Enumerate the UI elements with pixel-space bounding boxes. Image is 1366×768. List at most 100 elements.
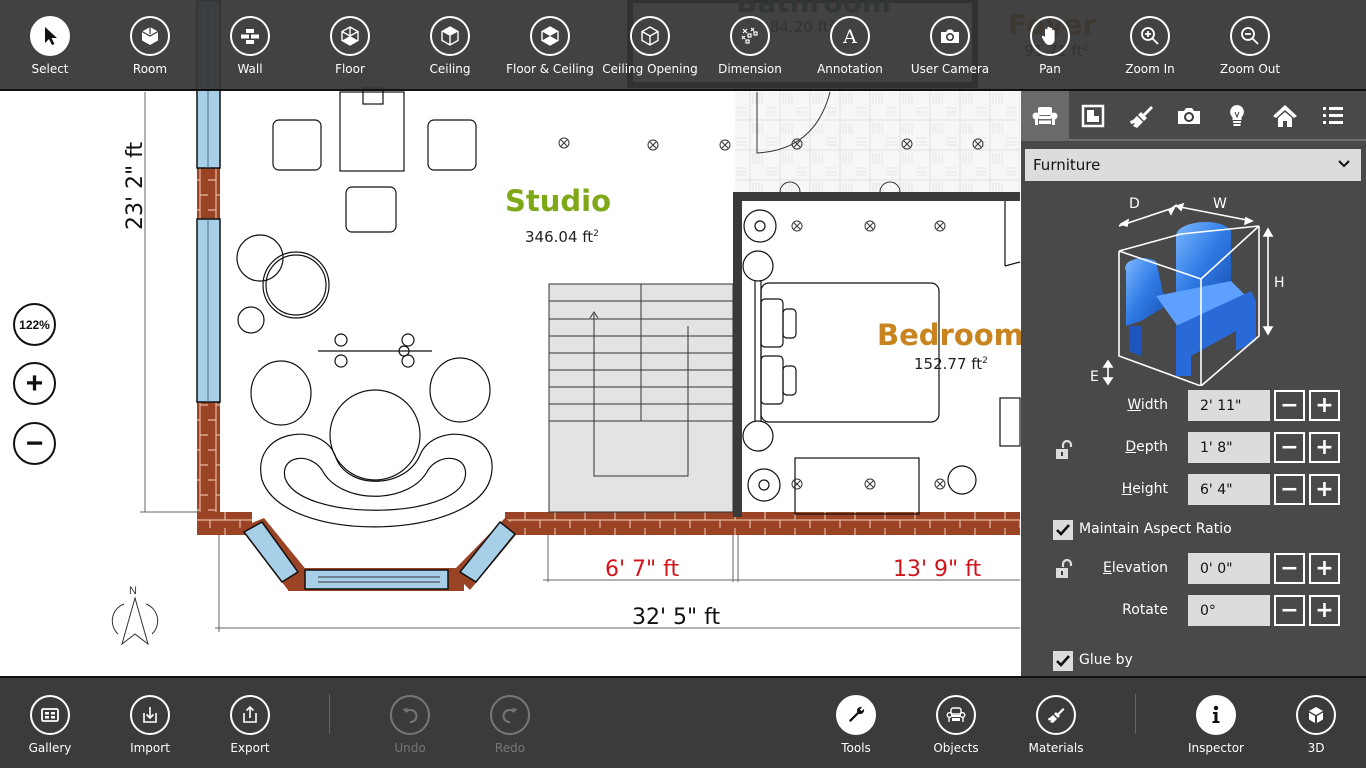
wrench-icon [849, 706, 865, 722]
inspector-tabs [1021, 91, 1366, 141]
annotation-icon: A [842, 26, 857, 48]
select-tool-button[interactable]: Select [0, 16, 100, 76]
width-increase-button[interactable]: + [1309, 390, 1340, 421]
dimension-lock-icon[interactable] [1053, 440, 1075, 462]
ceiling-cube-icon [441, 26, 459, 46]
zoom-out-tool-label: Zoom Out [1219, 62, 1281, 76]
width-label: Width [1127, 397, 1168, 413]
gallery-icon [41, 708, 59, 722]
elevation-decrease-button[interactable]: − [1274, 553, 1305, 584]
objects-label: Objects [933, 741, 979, 755]
export-icon [243, 705, 257, 723]
import-button[interactable]: Import [100, 695, 200, 755]
inspector-button[interactable]: Inspector [1166, 695, 1266, 755]
room-name-bedroom[interactable]: Bedroom [877, 318, 1024, 352]
width-decrease-button[interactable]: − [1274, 390, 1305, 421]
user-camera-tool-label: User Camera [910, 62, 990, 76]
category-dropdown[interactable]: Furniture [1025, 149, 1361, 181]
glue-by-label: Glue by [1079, 652, 1133, 668]
rotate-decrease-button[interactable]: − [1274, 595, 1305, 626]
zoom-level-indicator[interactable]: 122% [13, 303, 56, 346]
floor-tool-button[interactable]: Floor [300, 16, 400, 76]
tab-house[interactable] [1261, 91, 1309, 141]
tab-lighting[interactable] [1213, 91, 1261, 141]
camera-icon [1178, 108, 1200, 124]
elevation-label: Elevation [1102, 560, 1168, 576]
floor-tool-label: Floor [335, 62, 365, 76]
objects-button[interactable]: Objects [906, 695, 1006, 755]
furniture-preview-image: D W H E [1090, 196, 1285, 386]
category-dropdown-value: Furniture [1033, 156, 1101, 174]
room-area-bedroom: 152.77 ft2 [914, 355, 988, 373]
zoom-in-tool-button[interactable]: Zoom In [1100, 16, 1200, 76]
zoom-out-tool-button[interactable]: Zoom Out [1200, 16, 1300, 76]
chevron-down-icon [1338, 160, 1350, 168]
3d-view-label: 3D [1307, 741, 1325, 755]
dimension-height-left: 23' 2" ft [123, 141, 148, 230]
redo-button[interactable]: Redo [460, 695, 560, 755]
tab-furniture[interactable] [1021, 91, 1069, 141]
canvas-zoom-in-button[interactable]: + [13, 362, 56, 405]
tab-camera[interactable] [1165, 91, 1213, 141]
redo-icon [502, 708, 517, 723]
gallery-button[interactable]: Gallery [0, 695, 100, 755]
import-label: Import [130, 741, 170, 755]
ceiling-opening-tool-button[interactable]: Ceiling Opening [600, 16, 700, 76]
ceiling-opening-icon [641, 26, 659, 46]
materials-label: Materials [1028, 741, 1084, 755]
elevation-input[interactable] [1188, 553, 1270, 584]
canvas-zoom-out-button[interactable]: − [13, 422, 56, 465]
hand-icon [1041, 26, 1055, 45]
floor-ceiling-tool-button[interactable]: Floor & Ceiling [500, 16, 600, 76]
tools-button[interactable]: Tools [806, 695, 906, 755]
elevation-lock-icon[interactable] [1053, 559, 1075, 581]
depth-increase-button[interactable]: + [1309, 432, 1340, 463]
floorplan-icon [1081, 104, 1105, 128]
export-label: Export [230, 741, 270, 755]
floor-ceiling-cube-icon [541, 26, 559, 46]
export-button[interactable]: Export [200, 695, 300, 755]
room-tool-button[interactable]: Room [100, 16, 200, 76]
ceiling-opening-tool-label: Ceiling Opening [602, 62, 698, 76]
rotate-input[interactable] [1188, 595, 1270, 626]
elevation-increase-button[interactable]: + [1309, 553, 1340, 584]
ceiling-tool-label: Ceiling [429, 62, 471, 76]
tab-list[interactable] [1309, 91, 1357, 141]
floor-cube-icon [341, 26, 359, 46]
cube-3d-icon [1309, 707, 1323, 723]
maintain-aspect-ratio-checkbox[interactable] [1053, 520, 1073, 540]
materials-button[interactable]: Materials [1006, 695, 1106, 755]
3d-view-button[interactable]: 3D [1266, 695, 1366, 755]
depth-decrease-button[interactable]: − [1274, 432, 1305, 463]
depth-label-d: D [1129, 196, 1140, 212]
room-tool-label: Room [132, 62, 168, 76]
pan-tool-button[interactable]: Pan [1000, 16, 1100, 76]
rotate-increase-button[interactable]: + [1309, 595, 1340, 626]
dimension-bedroom-width: 13' 9" ft [893, 557, 982, 582]
annotation-tool-button[interactable]: A Annotation [800, 16, 900, 76]
depth-label: Depth [1125, 439, 1168, 455]
inspector-label: Inspector [1188, 741, 1244, 755]
zoom-out-icon [1241, 27, 1259, 45]
dimension-tool-button[interactable]: Dimension [700, 16, 800, 76]
glue-by-checkbox[interactable] [1053, 651, 1073, 671]
toolbar-separator [329, 694, 330, 734]
depth-input[interactable] [1188, 432, 1270, 463]
ceiling-tool-button[interactable]: Ceiling [400, 16, 500, 76]
height-decrease-button[interactable]: − [1274, 474, 1305, 505]
undo-button[interactable]: Undo [360, 695, 460, 755]
room-name-studio[interactable]: Studio [505, 184, 611, 218]
tab-materials[interactable] [1117, 91, 1165, 141]
wall-tool-label: Wall [237, 62, 263, 76]
undo-label: Undo [394, 741, 426, 755]
height-input[interactable] [1188, 474, 1270, 505]
user-camera-tool-button[interactable]: User Camera [900, 16, 1000, 76]
armchair-icon [1032, 107, 1058, 125]
armchair-icon [946, 707, 966, 722]
tab-layout[interactable] [1069, 91, 1117, 141]
select-tool-label: Select [31, 62, 69, 76]
dimension-total-width: 32' 5" ft [632, 605, 721, 630]
wall-tool-button[interactable]: Wall [200, 16, 300, 76]
height-increase-button[interactable]: + [1309, 474, 1340, 505]
width-input[interactable] [1188, 390, 1270, 421]
